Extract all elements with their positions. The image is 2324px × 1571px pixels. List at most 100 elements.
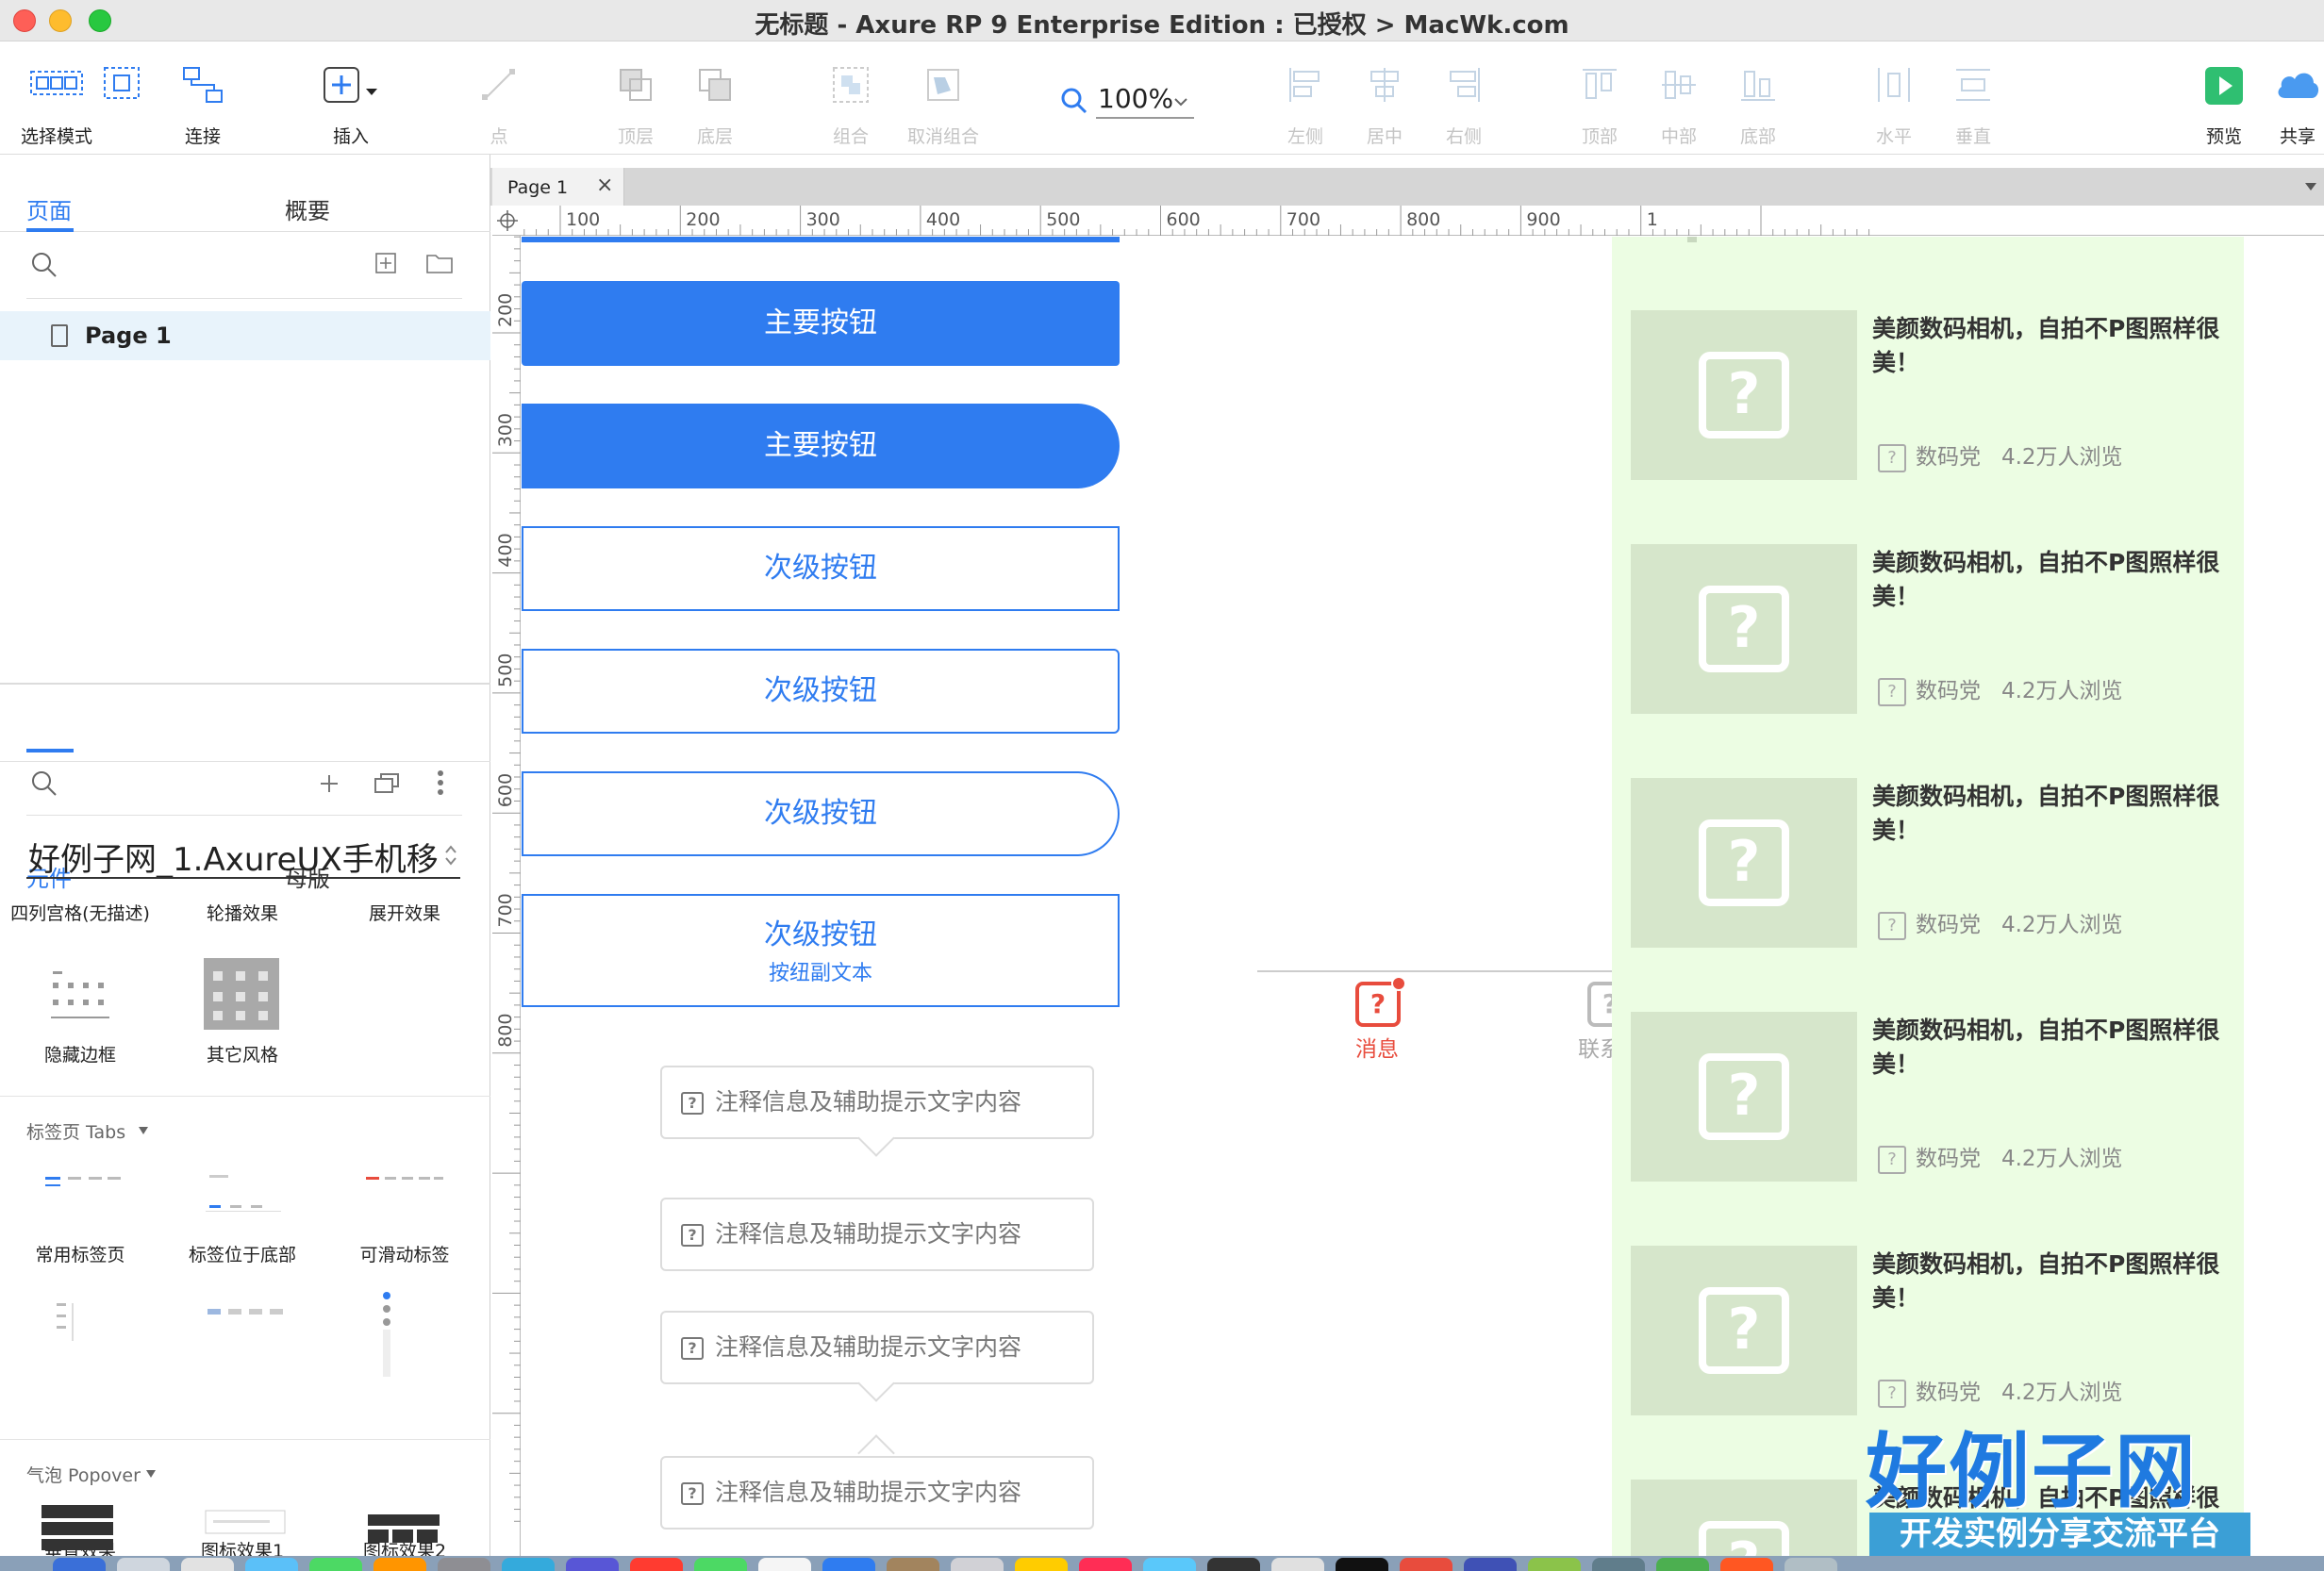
widget-common-tabs[interactable]: 常用标签页 (0, 1241, 160, 1266)
dock-app-icon[interactable] (1592, 1558, 1645, 1571)
widget-expand[interactable]: 展开效果 (324, 900, 485, 925)
align-top-button[interactable]: 顶部 (1579, 41, 1620, 155)
dock-app-icon[interactable] (309, 1558, 362, 1571)
top-bar-fragment[interactable] (522, 237, 1120, 242)
dock-app-icon[interactable] (53, 1558, 106, 1571)
dock-app-icon[interactable] (1656, 1558, 1709, 1571)
icon-tabs-1-thumbnail[interactable] (202, 1296, 287, 1333)
tab-outline[interactable]: 概要 (285, 192, 330, 225)
connect-button[interactable]: 连接 (179, 41, 226, 155)
popover-2-thumbnail[interactable] (204, 1509, 289, 1537)
dock-app-icon[interactable] (1079, 1558, 1132, 1571)
popover-3-thumbnail[interactable] (366, 1513, 441, 1550)
popover-1-thumbnail[interactable] (42, 1503, 117, 1550)
widget-carousel[interactable]: 轮播效果 (162, 900, 323, 925)
bring-to-front-button[interactable]: 顶层 (615, 41, 656, 155)
scroll-tabs-thumbnail[interactable] (362, 1167, 447, 1196)
dock-app-icon[interactable] (1143, 1558, 1196, 1571)
select-mode-button[interactable]: 选择模式 (21, 41, 92, 155)
add-folder-icon[interactable] (426, 253, 453, 273)
common-tabs-thumbnail[interactable] (42, 1167, 126, 1196)
widget-bottom-tabs[interactable]: 标签位于底部 (162, 1241, 323, 1266)
dock-app-icon[interactable] (694, 1558, 747, 1571)
primary-button-square[interactable]: 主要按钮 (522, 281, 1120, 366)
more-options-icon[interactable] (436, 769, 445, 796)
list-item[interactable]: ? 美颜数码相机，自拍不P图照样很美！ ? 数码党 4.2万人浏览 (1631, 1246, 2219, 1415)
dock-app-icon[interactable] (887, 1558, 939, 1571)
chevron-up-down-icon[interactable] (443, 843, 458, 868)
dock-app-icon[interactable] (117, 1558, 170, 1571)
tab-overflow-icon[interactable] (2303, 181, 2318, 192)
group-button[interactable]: 组合 (830, 41, 872, 155)
hidden-border-thumbnail[interactable] (47, 962, 113, 1028)
secondary-button-small-radius[interactable]: 次级按钮 (522, 649, 1120, 734)
align-bottom-button[interactable]: 底部 (1737, 41, 1779, 155)
secondary-button-square[interactable]: 次级按钮 (522, 526, 1120, 611)
caret-down-icon[interactable] (138, 1126, 149, 1135)
point-button[interactable]: 点 (477, 41, 521, 155)
dock-app-icon[interactable] (1464, 1558, 1517, 1571)
dock-app-icon[interactable] (502, 1558, 555, 1571)
align-center-button[interactable]: 居中 (1364, 41, 1405, 155)
dock-app-icon[interactable] (438, 1558, 490, 1571)
dock-app-icon[interactable] (245, 1558, 298, 1571)
share-button[interactable]: 共享 (2277, 41, 2319, 155)
ungroup-button[interactable]: 取消组合 (907, 41, 979, 155)
widget-scroll-tabs[interactable]: 可滑动标签 (324, 1241, 485, 1266)
dock-app-icon[interactable] (1528, 1558, 1581, 1571)
list-item[interactable]: ? 美颜数码相机，自拍不P图照样很美！ ? 数码党 4.2万人浏览 (1631, 778, 2219, 948)
tab-page-1[interactable]: Page 1 × (492, 168, 624, 206)
dock-app-icon[interactable] (374, 1558, 426, 1571)
bottom-tabs-thumbnail[interactable] (202, 1167, 287, 1216)
insert-button[interactable]: 插入 (324, 41, 377, 155)
list-item[interactable]: ? 美颜数码相机，自拍不P图照样很美！ ? 数码党 4.2万人浏览 (1631, 544, 2219, 714)
dock-app-icon[interactable] (1336, 1558, 1388, 1571)
dock-app-icon[interactable] (1207, 1558, 1260, 1571)
zoom-select[interactable]: 100% (1098, 83, 1173, 114)
library-copy-icon[interactable] (374, 771, 400, 794)
tooltip-plain[interactable]: ? 注释信息及辅助提示文字内容 (660, 1198, 1094, 1271)
align-right-button[interactable]: 右侧 (1443, 41, 1485, 155)
page-item-page-1[interactable]: Page 1 (0, 311, 490, 360)
align-left-button[interactable]: 左侧 (1285, 41, 1326, 155)
design-canvas[interactable]: 主要按钮 主要按钮 次级按钮 次级按钮 次级按钮 次级按钮 按纽副文本 ? 注释… (522, 237, 2324, 1556)
section-tabs-title[interactable]: 标签页 Tabs (26, 1118, 125, 1144)
dock-app-icon[interactable] (758, 1558, 811, 1571)
primary-button-rounded[interactable]: 主要按钮 (522, 404, 1120, 488)
distribute-horizontal-button[interactable]: 水平 (1873, 41, 1915, 155)
dock-app-icon[interactable] (566, 1558, 619, 1571)
other-style-thumbnail[interactable] (204, 958, 279, 1030)
send-to-back-button[interactable]: 底层 (694, 41, 736, 155)
dock-app-icon[interactable] (1271, 1558, 1324, 1571)
dock-app-icon[interactable] (951, 1558, 1004, 1571)
nav-message-label[interactable]: 消息 (1355, 1031, 1399, 1063)
dock-app-icon[interactable] (1015, 1558, 1068, 1571)
search-icon[interactable] (30, 251, 58, 279)
library-search-icon[interactable] (30, 769, 58, 798)
close-icon[interactable]: × (596, 174, 613, 197)
distribute-vertical-button[interactable]: 垂直 (1952, 41, 1994, 155)
dock-app-icon[interactable] (822, 1558, 875, 1571)
align-middle-button[interactable]: 中部 (1658, 41, 1700, 155)
secondary-button-rounded[interactable]: 次级按钮 (522, 771, 1120, 856)
widget-other-style[interactable]: 其它风格 (162, 1041, 323, 1067)
add-library-icon[interactable] (319, 773, 340, 794)
vertical-tabs-thumbnail[interactable] (49, 1296, 106, 1352)
list-item[interactable]: ? 美颜数码相机，自拍不P图照样很美！ ? 数码党 4.2万人浏览 (1631, 1012, 2219, 1182)
dock-app-icon[interactable] (1784, 1558, 1837, 1571)
widget-four-col-grid[interactable]: 四列宫格(无描述) (0, 900, 160, 925)
list-item[interactable]: ? 美颜数码相机，自拍不P图照样很美！ ? 数码党 4.2万人浏览 (1631, 310, 2219, 480)
tooltip-arrow-top[interactable]: ? 注释信息及辅助提示文字内容 (660, 1456, 1094, 1530)
select-box-button[interactable] (98, 41, 145, 155)
dock-app-icon[interactable] (1400, 1558, 1452, 1571)
icon-tabs-2-thumbnail[interactable] (374, 1286, 411, 1381)
dock-app-icon[interactable] (1720, 1558, 1773, 1571)
dock-app-icon[interactable] (181, 1558, 234, 1571)
dock-app-icon[interactable] (630, 1558, 683, 1571)
tab-pages[interactable]: 页面 (26, 192, 72, 225)
secondary-button-with-subtext[interactable]: 次级按钮 按纽副文本 (522, 894, 1120, 1007)
caret-down-icon[interactable] (145, 1469, 157, 1479)
section-popover-title[interactable]: 气泡 Popover (26, 1462, 141, 1487)
widget-hidden-border[interactable]: 隐藏边框 (0, 1041, 160, 1067)
library-selector[interactable]: 好例子网_1.AxureUX手机移 (28, 834, 439, 880)
